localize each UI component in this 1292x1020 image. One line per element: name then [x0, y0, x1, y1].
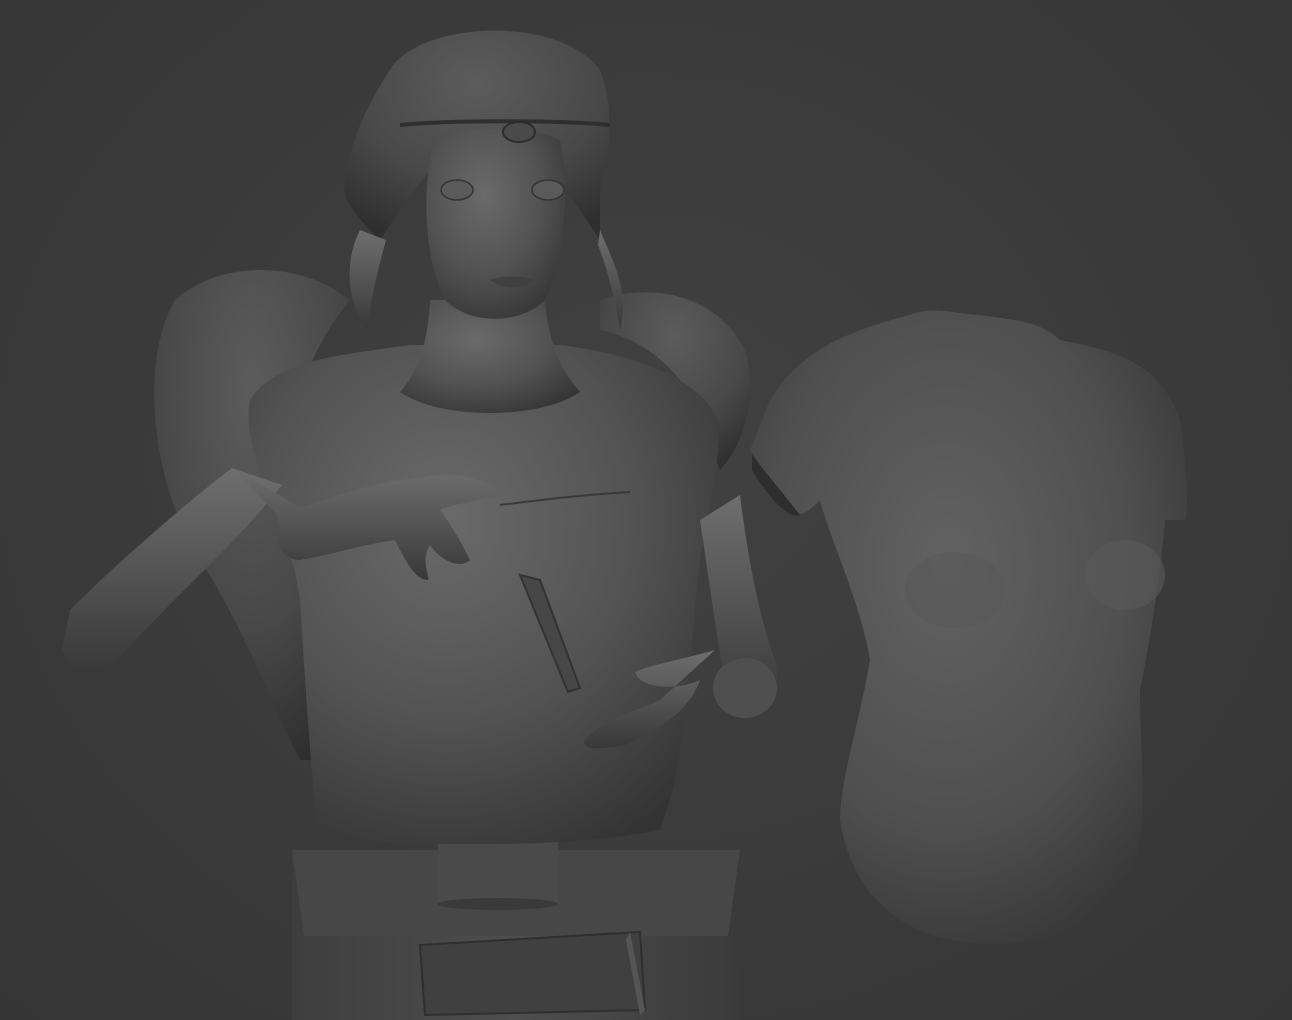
sculpt-scene	[62, 30, 1188, 1020]
bust-shirt	[248, 345, 719, 845]
3d-viewport[interactable]	[0, 0, 1292, 1020]
bust-head	[344, 30, 623, 330]
display-pedestal	[292, 830, 740, 1020]
torso-study	[750, 310, 1188, 944]
